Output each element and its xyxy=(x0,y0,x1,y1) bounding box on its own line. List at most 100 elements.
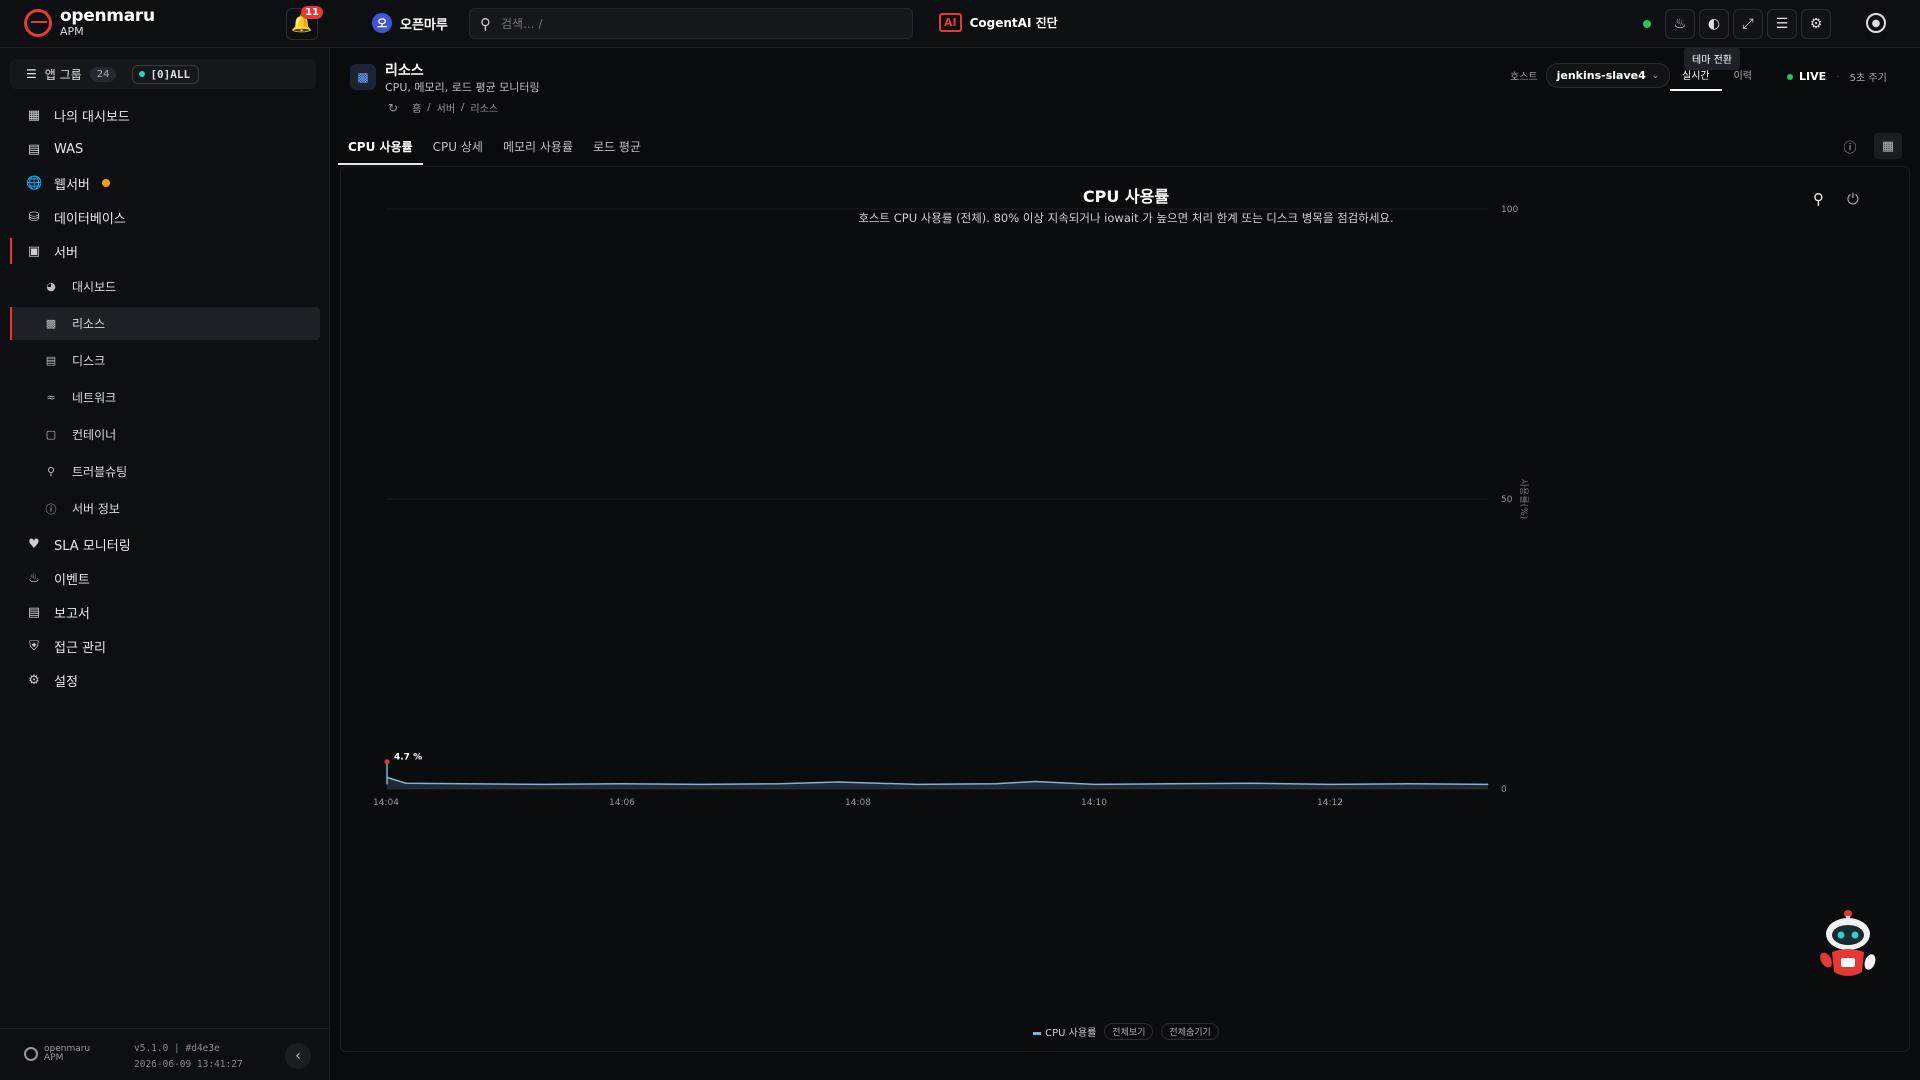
sidebar-subitem-network[interactable]: ≈ 네트워크 xyxy=(0,379,330,416)
sidebar-subitem-server-dashboard[interactable]: ◕ 대시보드 xyxy=(0,268,330,305)
sidebar-item-reports[interactable]: ▤ 보고서 xyxy=(0,595,330,629)
sidebar-item-was[interactable]: ▤ WAS xyxy=(0,132,330,166)
refresh-period[interactable]: 5초 주기 xyxy=(1850,69,1887,84)
contrast-icon: ◐ xyxy=(1707,16,1721,32)
host-select[interactable]: jenkins-slave4 ⌄ xyxy=(1545,63,1671,88)
legend-label: CPU 사용률 xyxy=(1045,1028,1097,1039)
y-tick-label: 50 xyxy=(1501,495,1513,505)
sidebar-item-sla[interactable]: ♥ SLA 모니터링 xyxy=(0,527,330,561)
connection-status-dot xyxy=(1643,20,1651,28)
sidebar-item-label: 이벤트 xyxy=(54,572,90,588)
sidebar-subitem-label: 리소스 xyxy=(72,317,106,331)
help-button[interactable]: ⓘ xyxy=(1836,133,1864,159)
app-group-selector[interactable]: ☰ 앱 그룹 24 [0]ALL xyxy=(10,59,316,89)
breadcrumb-separator: / xyxy=(461,102,465,113)
top-bar: openmaru APM 🔔 11 오 오픈마루 ⚲ AI CogentAI 진… xyxy=(0,0,1920,48)
hamburger-icon: ☰ xyxy=(1775,16,1789,32)
sidebar-item-database[interactable]: ⛁ 데이터베이스 xyxy=(0,200,330,234)
sidebar-item-label: 나의 대시보드 xyxy=(54,109,130,125)
workspace-selector[interactable]: 오 오픈마루 xyxy=(372,13,448,33)
tab-cpu-detail[interactable]: CPU 상세 xyxy=(423,132,493,165)
sidebar-subitem-disk[interactable]: ▤ 디스크 xyxy=(0,342,330,379)
tab-realtime[interactable]: 실시간 xyxy=(1670,60,1722,91)
cogentai-label: CogentAI 진단 xyxy=(969,16,1058,30)
ai-analysis-button[interactable]: ▦ xyxy=(1874,133,1902,159)
disk-icon: ▤ xyxy=(45,354,57,367)
sidebar-item-webserver[interactable]: 🌐 웹서버 xyxy=(0,166,330,200)
breadcrumb-home[interactable]: 홈 xyxy=(412,100,421,115)
breadcrumb-separator: / xyxy=(427,102,431,113)
live-indicator: LIVE · 5초 주기 xyxy=(1787,69,1887,84)
sidebar-item-events[interactable]: ♨ 이벤트 xyxy=(0,561,330,595)
help-icon: ⓘ xyxy=(1843,140,1857,156)
sidebar-item-my-dashboard[interactable]: ▦ 나의 대시보드 xyxy=(0,98,330,132)
search-icon: ⚲ xyxy=(46,465,56,478)
page-subtitle: CPU, 메모리, 로드 평균 모니터링 xyxy=(385,81,540,94)
chip-icon: ▩ xyxy=(45,317,57,330)
sidebar-footer: openmaru APM v5.1.0 | #d4e3e 2026-06-09 … xyxy=(0,1028,330,1080)
sidebar-nav: ▦ 나의 대시보드 ▤ WAS 🌐 웹서버 ⛁ 데이터베이스 ▣ 서버 ◕ 대시… xyxy=(0,98,330,697)
sidebar-subitem-resource[interactable]: ▩ 리소스 xyxy=(10,307,320,340)
sidebar-subitem-label: 트러블슈팅 xyxy=(72,465,128,479)
menu-button[interactable]: ☰ xyxy=(1767,9,1797,39)
sidebar-subitem-label: 대시보드 xyxy=(72,280,117,294)
refresh-icon[interactable]: ↻ xyxy=(388,101,398,115)
legend-show-all-button[interactable]: 전체보기 xyxy=(1104,1023,1154,1040)
sidebar-item-settings[interactable]: ⚙ 설정 xyxy=(0,663,330,697)
breadcrumb-resource: 리소스 xyxy=(470,104,499,115)
tab-cpu-usage[interactable]: CPU 사용률 xyxy=(338,132,423,165)
sidebar-item-server[interactable]: ▣ 서버 xyxy=(0,234,330,268)
gauge-icon: ◕ xyxy=(46,280,56,293)
sidebar-subitem-label: 서버 정보 xyxy=(72,502,120,516)
shield-icon: ⛨ xyxy=(29,638,39,654)
cpu-usage-chart[interactable]: 0 50 100 사용률(%) 14:04 14:06 14:08 14:10 14:12 4.7… xyxy=(341,167,1911,1053)
sidebar-item-access[interactable]: ⛨ 접근 관리 xyxy=(0,629,330,663)
notifications-button[interactable]: 🔔 11 xyxy=(286,6,323,40)
webserver-alert-dot xyxy=(101,179,110,187)
global-search[interactable]: ⚲ xyxy=(469,8,913,39)
chart-legend: CPU 사용률 전체보기 전체숨기기 xyxy=(341,1023,1911,1040)
legend-item-cpu-usage[interactable]: CPU 사용률 xyxy=(1033,1024,1096,1039)
sidebar-item-label: 접근 관리 xyxy=(54,640,106,656)
settings-button[interactable]: ⚙ xyxy=(1801,9,1831,39)
x-tick-label: 14:10 xyxy=(1081,798,1107,808)
list-icon: ☰ xyxy=(26,67,37,81)
tab-memory-usage[interactable]: 메모리 사용률 xyxy=(493,132,583,165)
sidebar-item-label: 데이터베이스 xyxy=(54,211,126,227)
workspace-avatar: 오 xyxy=(372,13,392,33)
notification-count-badge: 11 xyxy=(301,6,323,19)
sidebar-item-label: WAS xyxy=(54,141,84,157)
search-input[interactable] xyxy=(501,16,881,31)
tab-history[interactable]: 이력 xyxy=(1722,60,1764,91)
app-logo[interactable]: openmaru APM xyxy=(24,8,155,37)
sidebar-collapse-button[interactable]: ‹ xyxy=(285,1043,311,1069)
assistant-robot-icon[interactable] xyxy=(1818,906,1878,982)
all-filter-chip[interactable]: [0]ALL xyxy=(132,64,200,84)
host-label: 호스트 xyxy=(1510,72,1538,83)
breadcrumb: ↻ 홈 / 서버 / 리소스 xyxy=(388,100,499,116)
bar-chart-icon: ▤ xyxy=(27,604,41,620)
legend-swatch xyxy=(1033,1031,1042,1035)
box-icon: ▢ xyxy=(45,428,57,441)
tab-load-average[interactable]: 로드 평균 xyxy=(583,132,651,165)
sidebar-subitem-container[interactable]: ▢ 컨테이너 xyxy=(0,416,330,453)
legend-hide-all-button[interactable]: 전체숨기기 xyxy=(1161,1023,1219,1040)
chevron-down-icon: ⌄ xyxy=(1651,70,1660,81)
sidebar-item-label: 서버 xyxy=(54,245,78,261)
sidebar-subitem-troubleshooting[interactable]: ⚲ 트러블슈팅 xyxy=(0,453,330,490)
chevron-left-icon: ‹ xyxy=(295,1048,301,1064)
host-selector-area: 호스트 jenkins-slave4 ⌄ xyxy=(1510,63,1671,88)
chip-icon: ▩ xyxy=(350,64,376,90)
heartbeat-icon: ♥ xyxy=(28,536,40,552)
breadcrumb-server[interactable]: 서버 xyxy=(437,100,455,115)
fullscreen-button[interactable]: ⤢ xyxy=(1733,9,1763,39)
peak-point xyxy=(384,759,390,765)
theme-toggle-button[interactable]: ◐ xyxy=(1699,9,1729,39)
cogentai-button[interactable]: AI CogentAI 진단 xyxy=(939,13,1058,32)
alerts-button[interactable]: ♨ xyxy=(1665,9,1695,39)
gears-icon: ⚙ xyxy=(28,672,40,688)
sidebar-subitem-server-info[interactable]: ⓘ 서버 정보 xyxy=(0,490,330,527)
openmaru-logo-icon xyxy=(24,1047,38,1061)
server-stack-icon: ▤ xyxy=(27,141,41,157)
user-avatar[interactable]: ● xyxy=(1866,13,1886,33)
